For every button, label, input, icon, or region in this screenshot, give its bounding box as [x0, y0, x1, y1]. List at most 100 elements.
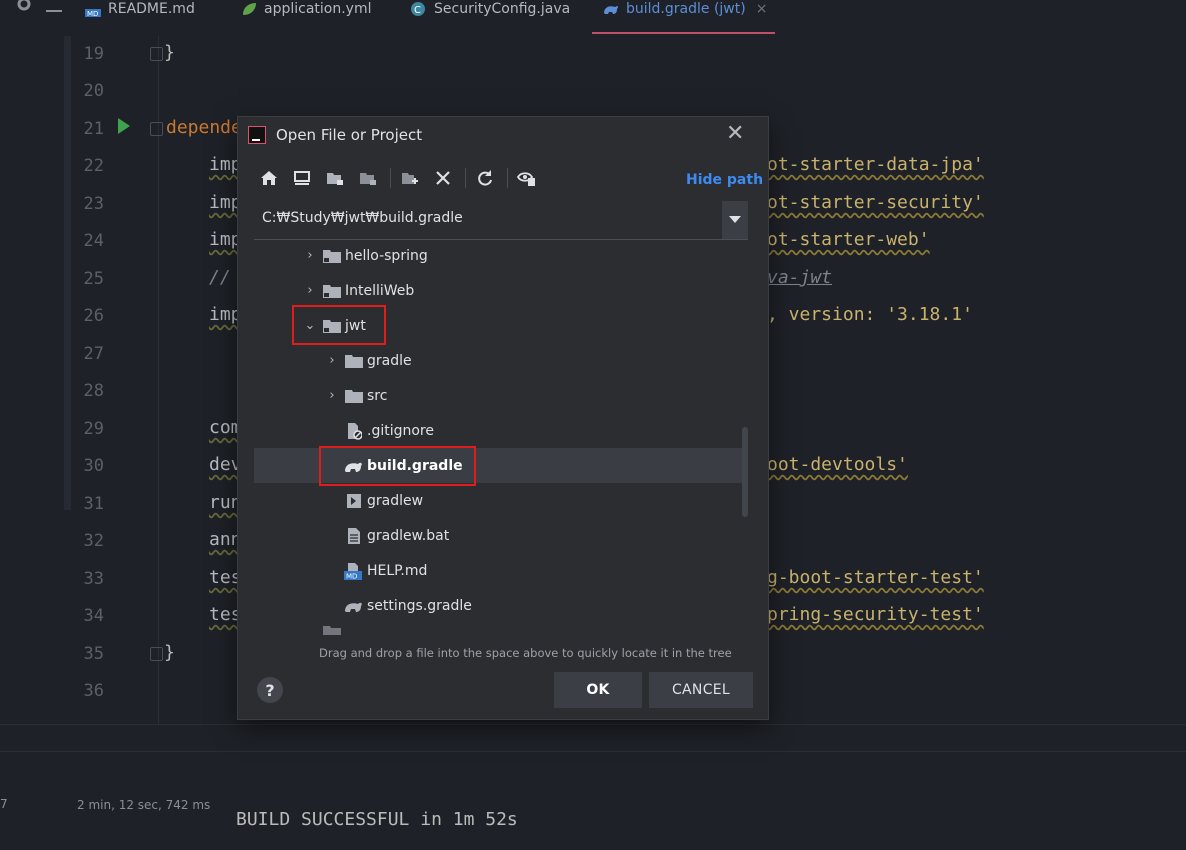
cancel-button[interactable]: CANCEL: [649, 672, 753, 708]
line-number: 33: [83, 569, 104, 589]
line-number: 22: [83, 156, 104, 176]
svg-text:MD: MD: [346, 572, 357, 580]
toolbar-separator: [507, 168, 508, 188]
chevron-right-icon[interactable]: ›: [324, 353, 340, 368]
gear-icon[interactable]: [14, 0, 34, 18]
line-number: 24: [83, 231, 104, 251]
line-number: 25: [83, 269, 104, 289]
tree-node-label: settings.gradle: [367, 597, 472, 614]
code-text: ann: [209, 529, 242, 550]
tree-node-gradlew-bat[interactable]: gradlew.bat: [254, 518, 748, 553]
tree-node-gradlew[interactable]: gradlew: [254, 483, 748, 518]
gradle-icon: [604, 6, 619, 14]
tree-node-label: HELP.md: [367, 562, 428, 579]
module-folder-icon[interactable]: [353, 163, 383, 193]
open-file-dialog: Open File or Project ✕ Hide path C:₩Stud…: [238, 117, 768, 719]
run-gutter-icon[interactable]: [118, 118, 130, 134]
code-string: , version: '3.18.1': [767, 304, 973, 325]
home-icon[interactable]: [254, 163, 284, 193]
line-number: 31: [83, 494, 104, 514]
code-text: }: [164, 642, 175, 663]
code-text: tes: [209, 567, 242, 588]
script-icon: [344, 492, 364, 510]
chevron-right-icon[interactable]: ›: [324, 388, 340, 403]
tree-node-label: src: [367, 387, 388, 404]
fold-icon[interactable]: [150, 47, 163, 61]
toolbar-separator: [465, 168, 466, 188]
line-number: 32: [83, 531, 104, 551]
code-text: depende: [166, 117, 242, 138]
tree-scrollbar[interactable]: [742, 427, 748, 517]
build-output-panel: 7 2 min, 12 sec, 742 ms BUILD SUCCESSFUL…: [0, 724, 1186, 850]
project-folder-icon[interactable]: [320, 163, 350, 193]
desktop-icon[interactable]: [287, 163, 317, 193]
help-button[interactable]: ?: [257, 677, 283, 703]
tab-securityconfig[interactable]: C SecurityConfig.java: [410, 0, 570, 34]
tree-node-gitignore[interactable]: .gitignore: [254, 413, 748, 448]
build-status-message: BUILD SUCCESSFUL in 1m 52s: [236, 809, 518, 830]
code-text: dev: [209, 454, 242, 475]
code-line: 19 }: [0, 36, 1186, 73]
chevron-right-icon[interactable]: ›: [302, 283, 318, 298]
line-number: 29: [83, 419, 104, 439]
tab-readme[interactable]: MD README.md: [84, 0, 195, 34]
ok-button[interactable]: OK: [554, 672, 642, 708]
highlight-box: [292, 305, 386, 345]
code-text: run: [209, 492, 242, 513]
line-number: 23: [83, 194, 104, 214]
chevron-down-icon[interactable]: [722, 201, 748, 239]
tree-node-clipped[interactable]: [254, 623, 748, 635]
new-folder-icon[interactable]: [395, 163, 425, 193]
file-tree[interactable]: › hello-spring › IntelliWeb ⌄ jwt › grad…: [254, 243, 748, 683]
path-combobox[interactable]: [254, 201, 748, 240]
close-icon[interactable]: ✕: [726, 121, 744, 146]
svg-text:C: C: [414, 5, 421, 16]
dialog-title-bar[interactable]: Open File or Project ✕: [238, 117, 768, 153]
minimize-icon[interactable]: [46, 0, 62, 12]
code-text: imp: [209, 192, 242, 213]
tree-node-gradle-folder[interactable]: › gradle: [254, 343, 748, 378]
code-text: }: [164, 42, 175, 63]
code-text: tes: [209, 604, 242, 625]
build-duration: 2 min, 12 sec, 742 ms: [77, 798, 211, 812]
code-string: ot-starter-web': [767, 229, 930, 250]
java-class-icon: C: [411, 2, 425, 16]
code-text: imp: [209, 154, 242, 175]
yaml-leaf-icon: [243, 3, 256, 15]
tab-label: SecurityConfig.java: [434, 1, 571, 17]
show-hidden-files-icon[interactable]: [512, 163, 542, 193]
tree-node-label: gradlew: [367, 492, 424, 509]
hide-path-link[interactable]: Hide path: [686, 172, 763, 188]
close-icon[interactable]: ×: [756, 1, 768, 17]
tree-node-src[interactable]: › src: [254, 378, 748, 413]
line-number: 20: [83, 81, 104, 101]
folder-icon: [344, 387, 364, 405]
folder-icon: [344, 352, 364, 370]
text-file-icon: [344, 527, 364, 545]
drag-drop-hint: Drag and drop a file into the space abov…: [319, 646, 732, 660]
tree-node-hello-spring[interactable]: › hello-spring: [254, 243, 748, 273]
path-field[interactable]: [262, 210, 702, 226]
tree-node-label: gradle: [367, 352, 412, 369]
tab-application-yml[interactable]: application.yml: [240, 0, 372, 34]
markdown-icon: MD: [85, 9, 101, 17]
fold-icon[interactable]: [150, 647, 163, 661]
tab-build-gradle[interactable]: build.gradle (jwt) ×: [592, 0, 775, 34]
refresh-icon[interactable]: [470, 163, 500, 193]
dialog-body: Hide path › hello-spring › IntelliWeb ⌄: [238, 153, 768, 719]
delete-icon[interactable]: [428, 163, 458, 193]
code-comment: va-jwt: [767, 267, 833, 288]
tree-node-help-md[interactable]: MD HELP.md: [254, 553, 748, 588]
code-line: 20: [0, 73, 1186, 110]
folder-icon: [322, 623, 342, 635]
line-number: 27: [83, 344, 104, 364]
fold-icon[interactable]: [150, 122, 163, 136]
folder-icon: [322, 282, 342, 300]
tree-node-settings-gradle[interactable]: settings.gradle: [254, 588, 748, 623]
tree-node-intelliweb[interactable]: › IntelliWeb: [254, 273, 748, 308]
tree-node-label: gradlew.bat: [367, 527, 450, 544]
code-string: ot-starter-data-jpa': [767, 154, 984, 175]
chevron-right-icon[interactable]: ›: [302, 248, 318, 263]
line-number: 36: [83, 681, 104, 701]
folder-icon: [322, 247, 342, 265]
